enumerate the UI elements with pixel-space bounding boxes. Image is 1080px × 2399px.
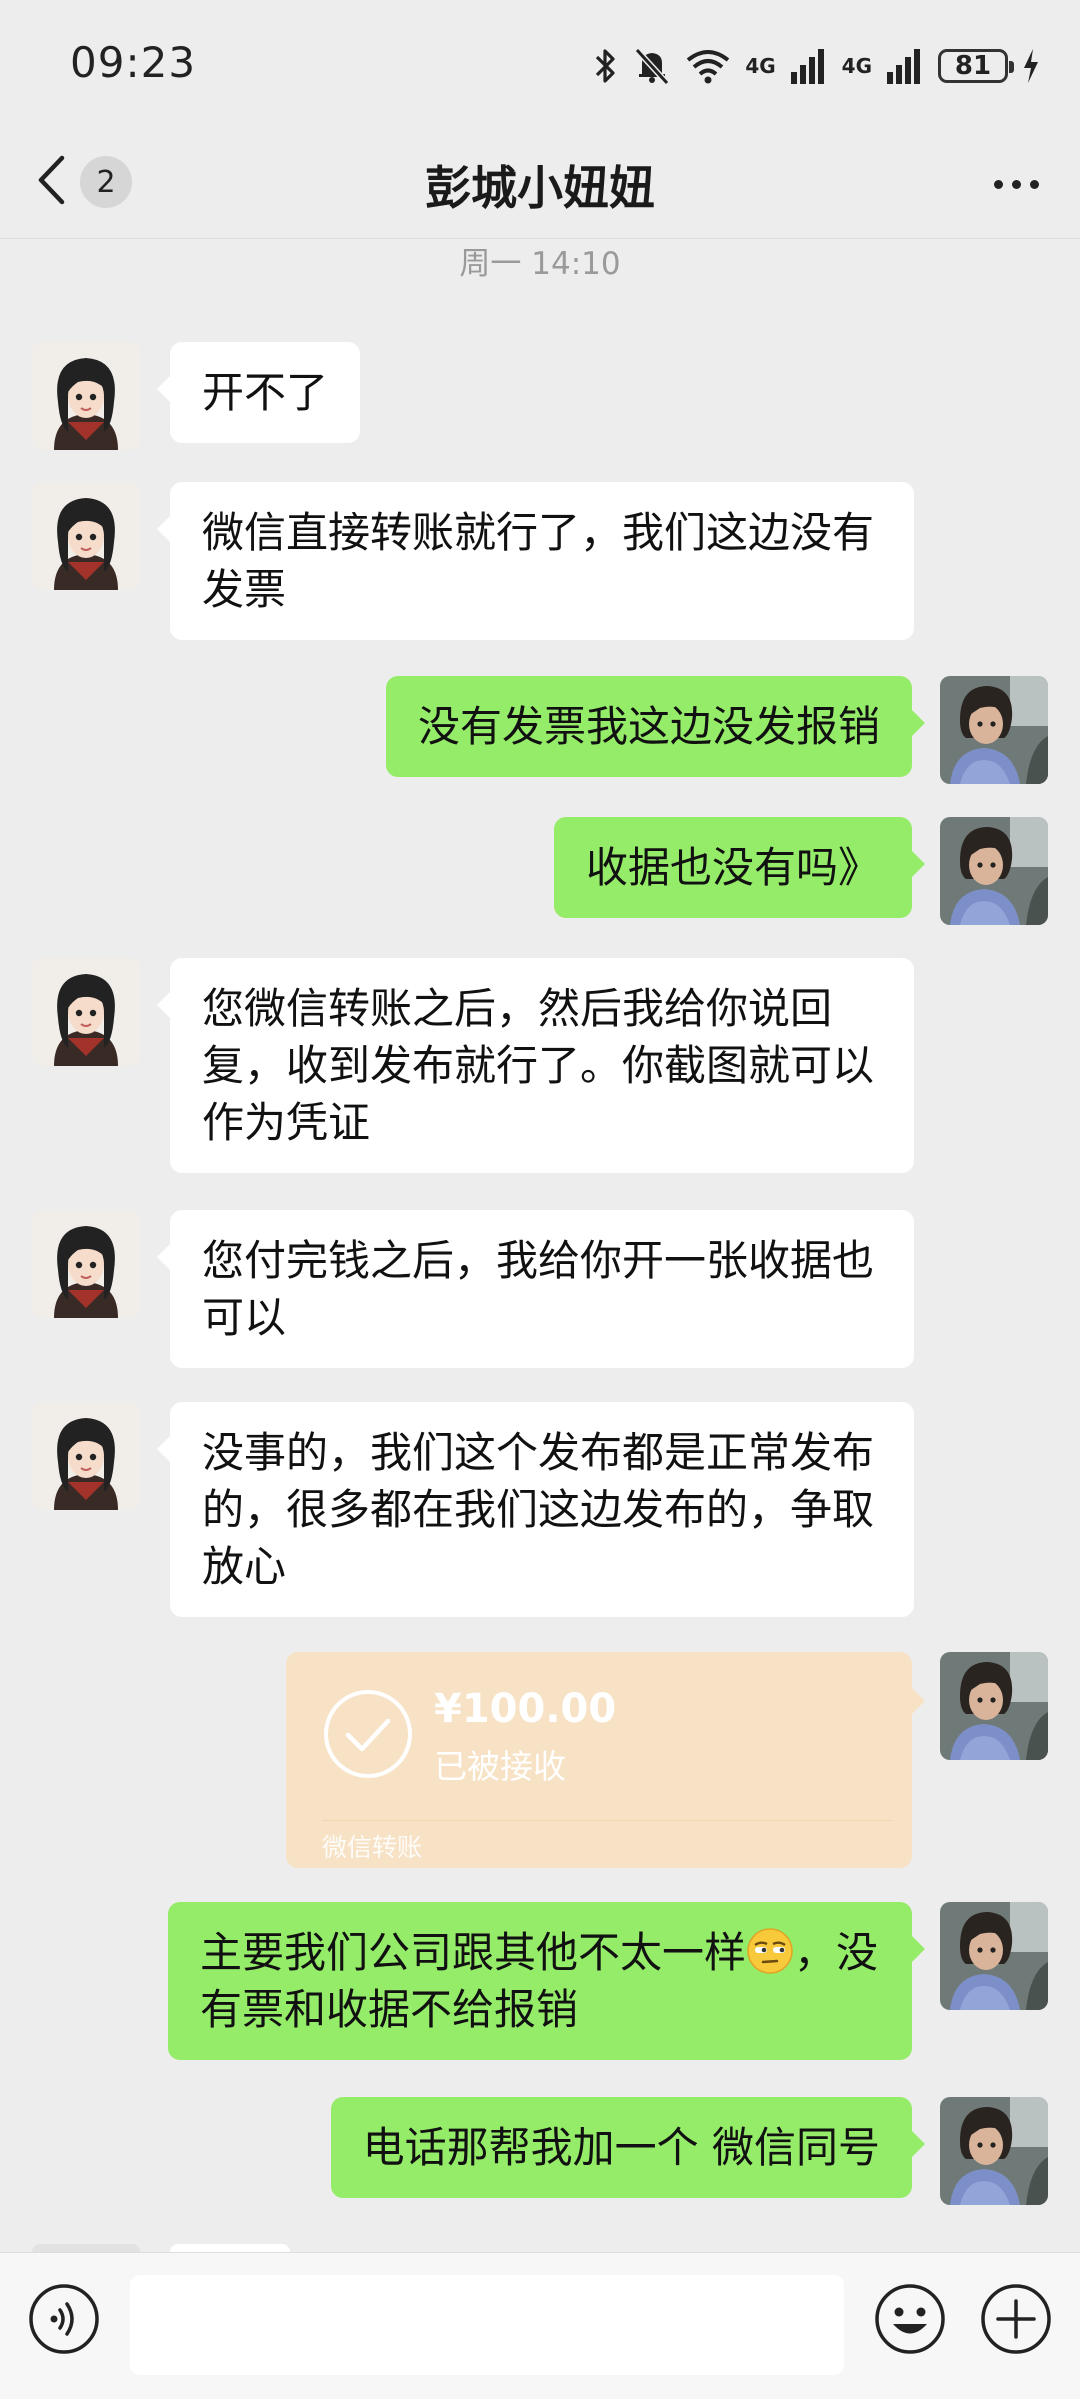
input-bar: [0, 2252, 1080, 2399]
more-options-button[interactable]: [980, 152, 1052, 216]
mute-bell-icon: [633, 46, 671, 86]
wifi-icon: [685, 46, 731, 86]
message-bubble-incoming[interactable]: 微信直接转账就行了，我们这边没有发票: [157, 482, 914, 640]
status-time: 09:23: [70, 38, 197, 87]
message-bubble-incoming[interactable]: 您付完钱之后，我给你开一张收据也可以: [157, 1210, 914, 1368]
message-bubble-outgoing[interactable]: 电话那帮我加一个 微信同号: [330, 2097, 926, 2198]
contact-avatar[interactable]: [32, 1402, 140, 1510]
contact-avatar[interactable]: [32, 1210, 140, 1318]
emoji-button[interactable]: [870, 2279, 950, 2359]
unread-count-badge: 2: [80, 156, 132, 208]
message-text: 主要我们公司跟其他不太一样: [200, 1928, 747, 1977]
my-avatar[interactable]: [940, 2097, 1048, 2205]
bluetooth-icon: [593, 46, 619, 86]
check-circle-icon: [322, 1688, 414, 1780]
contact-avatar[interactable]: [32, 482, 140, 590]
battery-indicator: 81: [938, 49, 1014, 83]
chat-title: 彭城小妞妞: [425, 161, 655, 215]
voice-icon: [29, 2284, 99, 2354]
signal-icon: [886, 48, 924, 84]
contact-avatar[interactable]: [32, 342, 140, 450]
transfer-divider: [322, 1820, 892, 1821]
plus-circle-icon: [981, 2284, 1051, 2354]
network-type-1: 4G: [745, 54, 776, 78]
more-functions-button[interactable]: [976, 2279, 1056, 2359]
my-avatar[interactable]: [940, 817, 1048, 925]
my-avatar[interactable]: [940, 676, 1048, 784]
wechat-transfer-card[interactable]: ¥100.00 已被接收 微信转账: [286, 1652, 925, 1868]
more-dots-icon: [993, 179, 1003, 189]
message-bubble-incoming[interactable]: 没事的，我们这个发布都是正常发布的，很多都在我们这边发布的，争取放心: [157, 1402, 914, 1617]
charging-icon: [1022, 48, 1040, 84]
message-timestamp: 周一 14:10: [459, 246, 621, 282]
message-bubble-partial: [170, 2244, 290, 2252]
my-avatar[interactable]: [940, 1652, 1048, 1760]
message-bubble-outgoing[interactable]: 收据也没有吗》: [553, 817, 926, 918]
transfer-amount: ¥100.00: [434, 1686, 617, 1732]
network-type-2: 4G: [841, 54, 872, 78]
message-bubble-outgoing[interactable]: 主要我们公司跟其他不太一样 ，没有票和收据不给报销: [168, 1902, 925, 2060]
message-bubble-outgoing[interactable]: 没有发票我这边没发报销: [385, 676, 926, 777]
transfer-status: 已被接收: [434, 1747, 566, 1786]
status-icons: 4G 4G 81: [593, 40, 1040, 92]
chat-header: 2 彭城小妞妞: [0, 130, 1080, 239]
status-bar: 09:23 4G 4G 81: [0, 0, 1080, 130]
signal-icon: [790, 48, 828, 84]
voice-input-button[interactable]: [24, 2279, 104, 2359]
more-dots-icon: [1011, 179, 1021, 189]
unamused-face-emoji: [746, 1927, 794, 1975]
my-avatar[interactable]: [940, 1902, 1048, 2010]
more-dots-icon: [1029, 179, 1039, 189]
message-bubble-incoming[interactable]: 您微信转账之后，然后我给你说回复，收到发布就行了。你截图就可以作为凭证: [157, 958, 914, 1173]
contact-avatar[interactable]: [32, 958, 140, 1066]
message-bubble-incoming[interactable]: 开不了: [156, 342, 361, 443]
contact-avatar-partial: [32, 2244, 140, 2252]
message-input[interactable]: [130, 2275, 844, 2375]
transfer-label: 微信转账: [322, 1833, 423, 1862]
chevron-left-icon: [36, 154, 66, 210]
back-button[interactable]: 2: [36, 150, 156, 214]
smiley-icon: [875, 2284, 945, 2354]
